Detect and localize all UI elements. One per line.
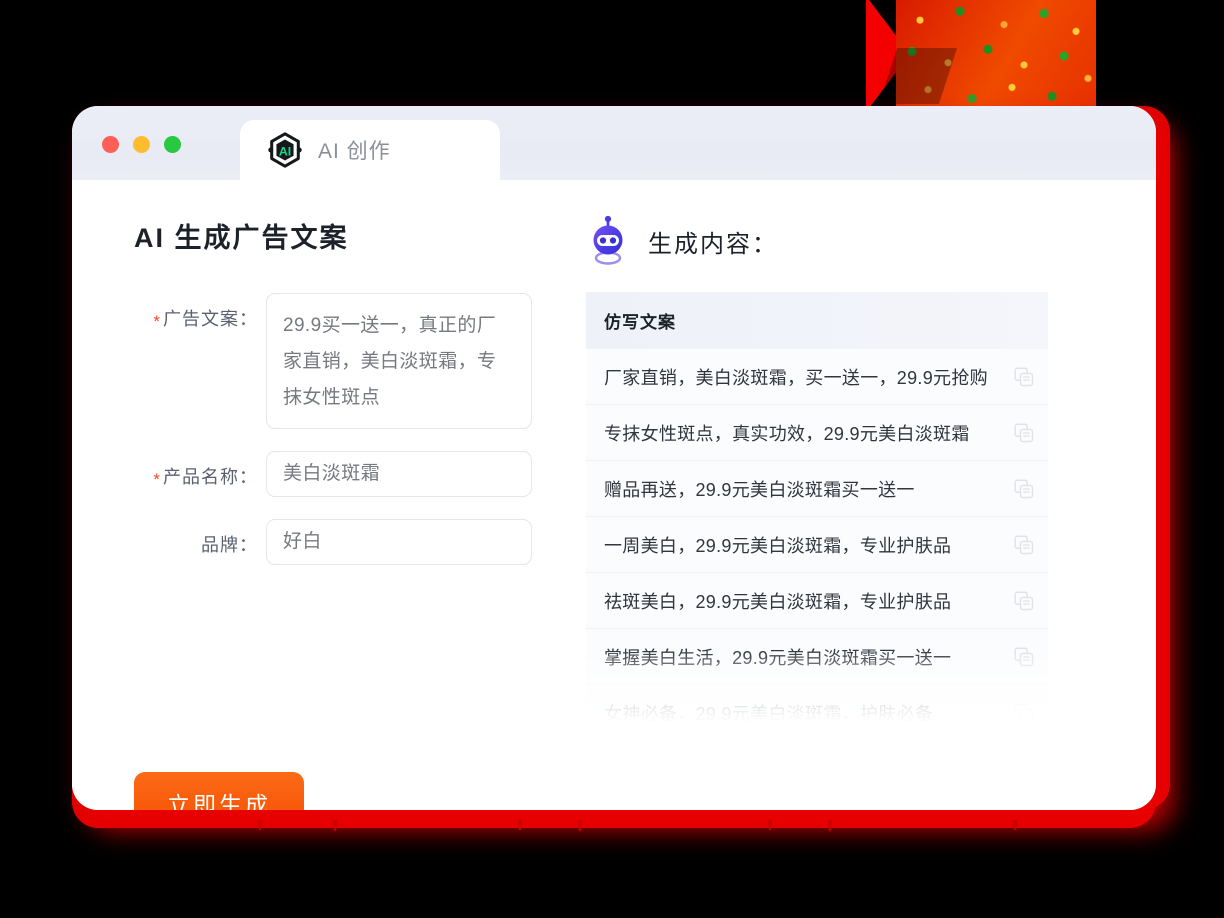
- window-titlebar: AI AI 创作: [72, 106, 1156, 180]
- required-marker: *: [153, 470, 161, 489]
- copy-icon[interactable]: [1014, 478, 1034, 499]
- table-row[interactable]: 女神必备，29.9元美白淡斑霜，护肤必备: [586, 684, 1048, 723]
- table-body: 厂家直销，美白淡斑霜，买一送一，29.9元抢购 专抹女性斑点，真实功效，29.9…: [586, 349, 1048, 722]
- required-marker: *: [153, 312, 161, 331]
- window-body: AI 生成广告文案 * 广告文案： 29.9买一送一，真正的厂家直销，美白淡斑霜，…: [72, 180, 1156, 810]
- form-panel: AI 生成广告文案 * 广告文案： 29.9买一送一，真正的厂家直销，美白淡斑霜，…: [72, 180, 580, 810]
- field-control-ad-copy: 29.9买一送一，真正的厂家直销，美白淡斑霜，专抹女性斑点: [266, 293, 580, 429]
- field-ad-copy: * 广告文案： 29.9买一送一，真正的厂家直销，美白淡斑霜，专抹女性斑点: [134, 293, 580, 429]
- traffic-light-controls: [102, 136, 181, 153]
- generated-copy-table: 仿写文案 厂家直销，美白淡斑霜，买一送一，29.9元抢购 专抹女性斑点，真实功效…: [586, 292, 1048, 722]
- copy-icon[interactable]: [1014, 702, 1034, 723]
- maximize-window-icon[interactable]: [164, 136, 181, 153]
- table-row[interactable]: 掌握美白生活，29.9元美白淡斑霜买一送一: [586, 628, 1048, 685]
- minimize-window-icon[interactable]: [133, 136, 150, 153]
- copy-icon[interactable]: [1014, 590, 1034, 611]
- copy-icon[interactable]: [1014, 534, 1034, 555]
- copy-text: 女神必备，29.9元美白淡斑霜，护肤必备: [604, 703, 934, 723]
- table-head: 仿写文案: [586, 292, 1048, 349]
- field-control-product-name: 美白淡斑霜: [266, 451, 580, 497]
- copy-text: 祛斑美白，29.9元美白淡斑霜，专业护肤品: [604, 591, 952, 612]
- card-glow-speckles: [130, 820, 1070, 842]
- close-window-icon[interactable]: [102, 136, 119, 153]
- table-row[interactable]: 一周美白，29.9元美白淡斑霜，专业护肤品: [586, 516, 1048, 573]
- field-label-brand: 品牌：: [134, 519, 266, 559]
- table-row[interactable]: 专抹女性斑点，真实功效，29.9元美白淡斑霜: [586, 404, 1048, 461]
- column-header-copy-text: 仿写文案: [586, 292, 1048, 349]
- application-window: AI AI 创作 AI 生成广告文案 * 广告文案： 29.9买一送一，真正的厂家…: [72, 106, 1156, 810]
- result-panel-header: 生成内容：: [586, 216, 1110, 266]
- copy-text: 厂家直销，美白淡斑霜，买一送一，29.9元抢购: [604, 367, 988, 388]
- field-label-product-name: * 产品名称：: [134, 451, 266, 494]
- product-name-input[interactable]: 美白淡斑霜: [266, 451, 532, 497]
- field-label-ad-copy: * 广告文案：: [134, 293, 266, 336]
- ai-hexagon-logo-icon: AI: [268, 132, 302, 168]
- table-cell: 厂家直销，美白淡斑霜，买一送一，29.9元抢购: [586, 349, 1048, 405]
- tab-ai-creation[interactable]: AI AI 创作: [240, 120, 500, 180]
- result-panel: 生成内容： 1 2 3 4 5 6 7 仿写文案: [580, 180, 1156, 810]
- field-brand: 品牌： 好白: [134, 519, 580, 565]
- copy-text: 掌握美白生活，29.9元美白淡斑霜买一送一: [604, 647, 952, 668]
- copy-text: 一周美白，29.9元美白淡斑霜，专业护肤品: [604, 535, 952, 556]
- table-cell: 女神必备，29.9元美白淡斑霜，护肤必备: [586, 684, 1048, 723]
- result-table-wrapper: 1 2 3 4 5 6 7 仿写文案: [586, 292, 1048, 722]
- page-title: AI 生成广告文案: [134, 223, 349, 253]
- table-row[interactable]: 赠品再送，29.9元美白淡斑霜买一送一: [586, 460, 1048, 517]
- field-product-name: * 产品名称： 美白淡斑霜: [134, 451, 580, 497]
- table-cell: 专抹女性斑点，真实功效，29.9元美白淡斑霜: [586, 404, 1048, 461]
- table-header-row: 仿写文案: [586, 292, 1048, 349]
- field-label-text: 品牌：: [201, 535, 258, 555]
- table-cell: 一周美白，29.9元美白淡斑霜，专业护肤品: [586, 516, 1048, 573]
- copy-text: 赠品再送，29.9元美白淡斑霜买一送一: [604, 479, 915, 500]
- svg-text:AI: AI: [279, 145, 291, 159]
- copy-icon[interactable]: [1014, 366, 1034, 387]
- result-panel-title: 生成内容：: [648, 230, 778, 258]
- ad-copy-textarea[interactable]: 29.9买一送一，真正的厂家直销，美白淡斑霜，专抹女性斑点: [266, 293, 532, 429]
- decorative-background-artwork: [866, 0, 1096, 112]
- tab-label: AI 创作: [318, 140, 391, 163]
- robot-head-icon: [593, 216, 623, 265]
- table-cell: 赠品再送，29.9元美白淡斑霜买一送一: [586, 460, 1048, 517]
- table-row[interactable]: 厂家直销，美白淡斑霜，买一送一，29.9元抢购: [586, 349, 1048, 405]
- copy-icon[interactable]: [1014, 422, 1034, 443]
- field-label-text: 广告文案：: [163, 309, 258, 329]
- table-row[interactable]: 祛斑美白，29.9元美白淡斑霜，专业护肤品: [586, 572, 1048, 629]
- table-cell: 祛斑美白，29.9元美白淡斑霜，专业护肤品: [586, 572, 1048, 629]
- table-cell: 掌握美白生活，29.9元美白淡斑霜买一送一: [586, 628, 1048, 685]
- field-control-brand: 好白: [266, 519, 580, 565]
- generate-button[interactable]: 立即生成: [134, 772, 304, 810]
- copy-text: 专抹女性斑点，真实功效，29.9元美白淡斑霜: [604, 423, 970, 444]
- field-label-text: 产品名称：: [163, 467, 258, 487]
- copy-icon[interactable]: [1014, 646, 1034, 667]
- brand-input[interactable]: 好白: [266, 519, 532, 565]
